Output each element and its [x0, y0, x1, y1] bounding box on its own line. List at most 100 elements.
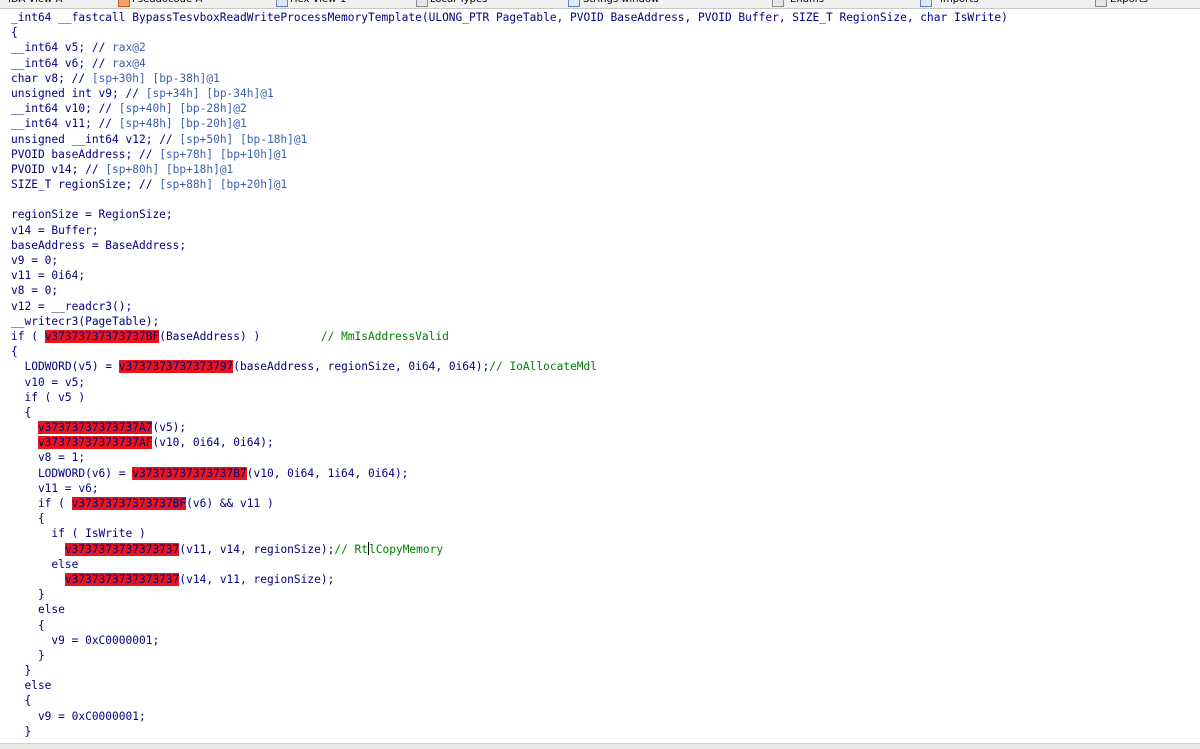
- variable-declaration[interactable]: unsigned int v9; // [sp+34h] [bp-34h]@1: [11, 86, 1196, 101]
- tab-enums[interactable]: Enums: [790, 0, 824, 7]
- else-line[interactable]: else: [11, 557, 1196, 572]
- code-token: [sp+50h] [bp-18h]@1: [179, 132, 308, 146]
- renamed-function-call[interactable]: v3737373737373737: [64, 572, 180, 586]
- code-token: }: [11, 588, 45, 602]
- code-line[interactable]: v8 = 1;: [11, 450, 1196, 465]
- brace[interactable]: {: [11, 25, 1196, 40]
- code-token: {: [11, 694, 32, 708]
- horizontal-scrollbar[interactable]: [0, 743, 1200, 749]
- tab-exports[interactable]: Exports: [1110, 0, 1148, 7]
- code-token: __writecr3(PageTable);: [11, 314, 160, 328]
- brace[interactable]: }: [11, 648, 1196, 663]
- call-line[interactable]: LODWORD(v6) = v37373737373737B7(v10, 0i6…: [11, 466, 1196, 481]
- renamed-function-call[interactable]: v37373737373737BF: [44, 329, 160, 343]
- code-token: if ( v5 ): [11, 390, 86, 404]
- code-token: v9 = 0xC0000001;: [11, 633, 160, 647]
- assignment-line[interactable]: v9 = 0;: [11, 253, 1196, 268]
- brace[interactable]: }: [11, 587, 1196, 602]
- assignment-line[interactable]: baseAddress = BaseAddress;: [11, 238, 1196, 253]
- renamed-function-call[interactable]: v37373737373737AF: [37, 436, 153, 450]
- variable-declaration[interactable]: __int64 v5; // rax@2: [11, 40, 1196, 55]
- brace[interactable]: }: [11, 663, 1196, 678]
- if-statement[interactable]: if ( v5 ): [11, 390, 1196, 405]
- code-token: v8 = 0;: [11, 284, 59, 298]
- code-token: else: [11, 557, 79, 571]
- call-line[interactable]: LODWORD(v5) = v3737373737373797(baseAddr…: [11, 359, 1196, 374]
- pseudocode-view[interactable]: _int64 __fastcall BypassTesvboxReadWrite…: [11, 10, 1196, 739]
- code-token: (v10, 0i64, 1i64, 0i64);: [246, 466, 409, 480]
- if-statement[interactable]: if ( v37373737373737BF(v6) && v11 ): [11, 496, 1196, 511]
- else-line[interactable]: else: [11, 678, 1196, 693]
- variable-declaration[interactable]: SIZE_T regionSize; // [sp+88h] [bp+20h]@…: [11, 177, 1196, 192]
- assignment-line[interactable]: v12 = __readcr3();: [11, 299, 1196, 314]
- code-token: (baseAddress, regionSize, 0i64, 0i64);: [233, 360, 490, 374]
- brace[interactable]: {: [11, 344, 1196, 359]
- code-token: [sp+34h] [bp-34h]@1: [145, 86, 274, 100]
- code-token: //: [91, 117, 119, 131]
- code-token: //: [152, 132, 180, 146]
- code-token: _int64 __fastcall BypassTesvboxReadWrite…: [11, 11, 1008, 24]
- tab-pseudocode-a[interactable]: Pseudocode-A: [132, 0, 202, 7]
- brace[interactable]: {: [11, 693, 1196, 708]
- code-token: else: [11, 679, 52, 693]
- renamed-function-call[interactable]: v37373737373737A7: [37, 421, 153, 435]
- brace[interactable]: {: [11, 405, 1196, 420]
- code-token: //: [85, 56, 113, 70]
- hex-view-icon: [276, 0, 288, 7]
- code-token: //: [118, 86, 146, 100]
- call-line[interactable]: v37373737373737A7(v5);: [11, 420, 1196, 435]
- call-line[interactable]: v3737373737373737(v11, v14, regionSize);…: [11, 541, 1196, 557]
- brace[interactable]: {: [11, 511, 1196, 526]
- code-token: unsigned __int64 v12;: [11, 132, 153, 146]
- code-token: //: [132, 178, 160, 192]
- code-token: if ( IsWrite ): [11, 527, 146, 541]
- assignment-line[interactable]: regionSize = RegionSize;: [11, 207, 1196, 222]
- brace[interactable]: }: [11, 724, 1196, 739]
- if-statement[interactable]: if ( IsWrite ): [11, 526, 1196, 541]
- imports-icon: [920, 0, 932, 7]
- brace[interactable]: {: [11, 618, 1196, 633]
- tab-strings-window[interactable]: Strings window: [583, 0, 659, 7]
- tab-hex-view-1[interactable]: Hex View-1: [290, 0, 346, 7]
- renamed-function-call[interactable]: v37373737373737BF: [71, 497, 187, 510]
- assignment-line[interactable]: v14 = Buffer;: [11, 223, 1196, 238]
- variable-declaration[interactable]: char v8; // [sp+30h] [bp-38h]@1: [11, 71, 1196, 86]
- blank-line[interactable]: [11, 192, 1196, 207]
- call-line[interactable]: v37373737373737AF(v10, 0i64, 0i64);: [11, 435, 1196, 450]
- code-token: {: [11, 618, 45, 632]
- code-token: char v8;: [11, 71, 65, 85]
- tab-local-types[interactable]: Local Types: [430, 0, 487, 7]
- code-token: [sp+80h] [bp+18h]@1: [105, 162, 234, 176]
- call-line[interactable]: v3737373737373737(v14, v11, regionSize);: [11, 572, 1196, 587]
- assignment-line[interactable]: __writecr3(PageTable);: [11, 314, 1196, 329]
- renamed-function-call[interactable]: v3737373737373797: [118, 360, 234, 374]
- code-token: (v11, v14, regionSize);: [179, 542, 335, 556]
- variable-declaration[interactable]: __int64 v11; // [sp+48h] [bp-20h]@1: [11, 116, 1196, 131]
- tab-imports[interactable]: Imports: [940, 0, 978, 7]
- variable-declaration[interactable]: PVOID baseAddress; // [sp+78h] [bp+10h]@…: [11, 147, 1196, 162]
- code-line[interactable]: v9 = 0xC0000001;: [11, 633, 1196, 648]
- assignment-line[interactable]: v8 = 0;: [11, 283, 1196, 298]
- renamed-function-call[interactable]: v3737373737373737: [64, 542, 180, 556]
- code-line[interactable]: v9 = 0xC0000001;: [11, 709, 1196, 724]
- else-line[interactable]: else: [11, 602, 1196, 617]
- pseudocode-icon: [118, 0, 130, 7]
- if-statement[interactable]: if ( v37373737373737BF(BaseAddress) ) //…: [11, 329, 1196, 344]
- code-line[interactable]: v10 = v5;: [11, 375, 1196, 390]
- tab-ida-view-a[interactable]: IDA View-A: [8, 0, 62, 7]
- code-token: (v5);: [152, 421, 187, 435]
- code-token: {: [11, 512, 45, 526]
- variable-declaration[interactable]: __int64 v10; // [sp+40h] [bp-28h]@2: [11, 101, 1196, 116]
- code-token: //: [91, 102, 119, 116]
- code-line[interactable]: v11 = v6;: [11, 481, 1196, 496]
- variable-declaration[interactable]: __int64 v6; // rax@4: [11, 56, 1196, 71]
- variable-declaration[interactable]: PVOID v14; // [sp+80h] [bp+18h]@1: [11, 162, 1196, 177]
- variable-declaration[interactable]: unsigned __int64 v12; // [sp+50h] [bp-18…: [11, 132, 1196, 147]
- function-signature[interactable]: _int64 __fastcall BypassTesvboxReadWrite…: [11, 10, 1196, 25]
- renamed-function-call[interactable]: v37373737373737B7: [132, 466, 247, 480]
- assignment-line[interactable]: v11 = 0i64;: [11, 268, 1196, 283]
- code-token: // IoAllocateMdl: [489, 360, 598, 374]
